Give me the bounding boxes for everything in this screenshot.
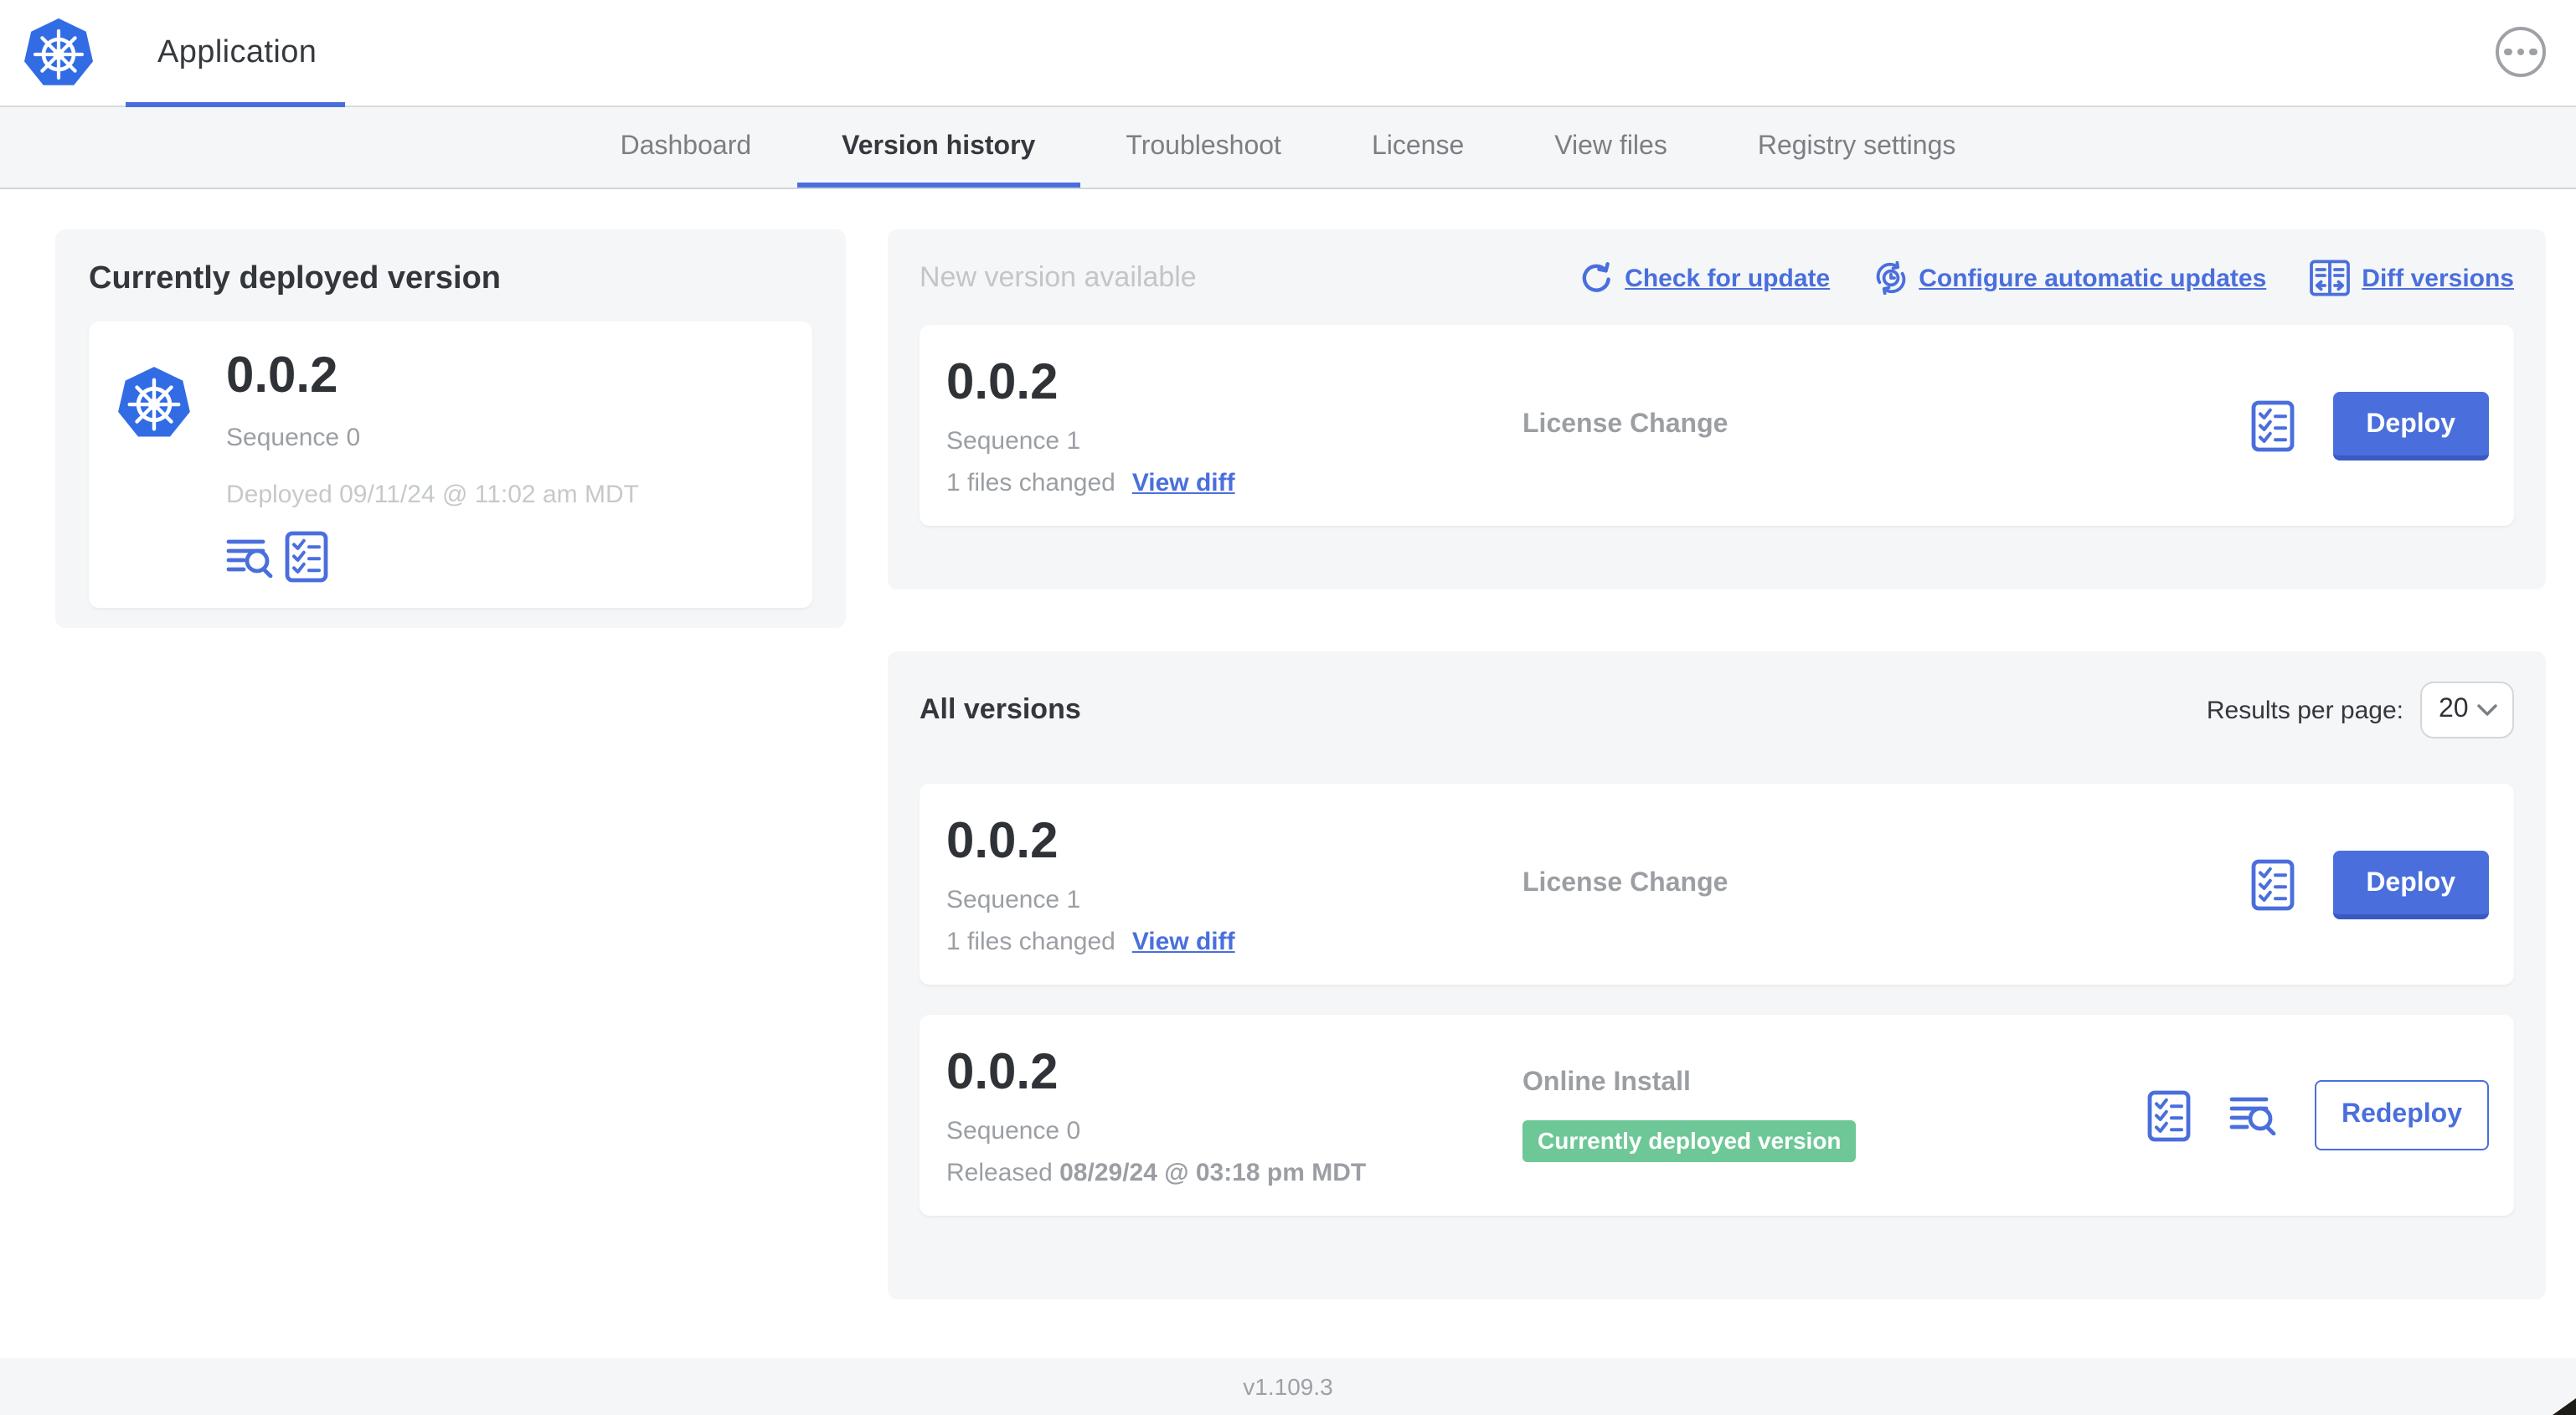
logs-magnifier-icon[interactable] — [2229, 1095, 2276, 1135]
ellipsis-icon — [2504, 48, 2512, 56]
files-changed: 1 files changed — [946, 927, 1115, 955]
diff-icon — [2310, 260, 2351, 296]
app-menu-button[interactable] — [2496, 27, 2546, 77]
top-bar: Application — [0, 0, 2576, 107]
logs-magnifier-icon[interactable] — [226, 537, 273, 577]
redeploy-button[interactable]: Redeploy — [2314, 1080, 2489, 1150]
new-version-panel: New version available Check for update C… — [888, 229, 2546, 589]
diff-versions-link[interactable]: Diff versions — [2310, 260, 2514, 296]
current-version-number: 0.0.2 — [226, 348, 338, 404]
chevron-down-icon — [2477, 704, 2497, 716]
version-type: License Change — [1522, 410, 1728, 439]
app-nav: Dashboard Version history Troubleshoot L… — [0, 107, 2576, 189]
version-number: 0.0.2 — [946, 354, 1059, 409]
view-diff-link[interactable]: View diff — [1132, 927, 1235, 955]
kubernetes-logo-icon — [22, 16, 95, 90]
version-released-timestamp: Released 08/29/24 @ 03:18 pm MDT — [946, 1158, 1367, 1186]
version-sequence: Sequence 1 — [946, 885, 1081, 913]
currently-deployed-heading: Currently deployed version — [89, 261, 502, 296]
app-title: Application — [157, 34, 317, 69]
checklist-icon[interactable] — [2147, 1089, 2191, 1141]
check-for-update-link[interactable]: Check for update — [1579, 261, 1830, 295]
checklist-icon[interactable] — [285, 531, 328, 583]
page: Application Dashboard Version history Tr… — [0, 0, 2576, 1415]
ellipsis-icon — [2517, 48, 2525, 56]
refresh-icon — [1579, 261, 1613, 295]
current-deployed-timestamp: Deployed 09/11/24 @ 11:02 am MDT — [226, 481, 639, 509]
admin-console-version: v1.109.3 — [1243, 1373, 1333, 1400]
all-versions-heading: All versions — [920, 693, 1081, 725]
main-content: Currently deployed version 0.0.2 Sequenc… — [0, 189, 2576, 1358]
checklist-icon[interactable] — [2250, 858, 2294, 910]
current-sequence: Sequence 0 — [226, 424, 361, 452]
kubernetes-logo-icon — [116, 365, 193, 442]
all-versions-panel: All versions Results per page: 20 0.0.2 … — [888, 651, 2546, 1299]
version-row: 0.0.2 Sequence 1 1 files changed View di… — [920, 784, 2514, 985]
app-title-active-underline — [126, 102, 345, 107]
version-number: 0.0.2 — [946, 1044, 1059, 1099]
ellipsis-icon — [2529, 48, 2537, 56]
tab-view-files[interactable]: View files — [1509, 107, 1713, 188]
results-per-page-select[interactable]: 20 — [2420, 682, 2514, 738]
version-type: Online Install — [1522, 1068, 1691, 1097]
deploy-button[interactable]: Deploy — [2332, 391, 2489, 460]
files-changed: 1 files changed — [946, 468, 1115, 497]
currently-deployed-card: 0.0.2 Sequence 0 Deployed 09/11/24 @ 11:… — [89, 322, 812, 608]
version-sequence: Sequence 0 — [946, 1116, 1081, 1145]
tab-registry-settings[interactable]: Registry settings — [1713, 107, 2002, 188]
version-sequence: Sequence 1 — [946, 426, 1081, 455]
currently-deployed-badge: Currently deployed version — [1522, 1120, 1857, 1162]
new-version-heading: New version available — [920, 261, 1197, 293]
clock-refresh-icon — [1875, 261, 1905, 295]
currently-deployed-panel: Currently deployed version 0.0.2 Sequenc… — [55, 229, 846, 628]
tab-dashboard[interactable]: Dashboard — [575, 107, 797, 188]
version-type: License Change — [1522, 869, 1728, 898]
tab-license[interactable]: License — [1327, 107, 1509, 188]
deploy-button[interactable]: Deploy — [2332, 850, 2489, 918]
view-diff-link[interactable]: View diff — [1132, 468, 1235, 497]
new-version-row: 0.0.2 Sequence 1 1 files changed View di… — [920, 325, 2514, 526]
results-per-page-label: Results per page: — [2206, 696, 2403, 724]
version-row: 0.0.2 Sequence 0 Released 08/29/24 @ 03:… — [920, 1015, 2514, 1216]
tab-troubleshoot[interactable]: Troubleshoot — [1080, 107, 1327, 188]
version-number: 0.0.2 — [946, 813, 1059, 868]
tab-version-history[interactable]: Version history — [796, 107, 1080, 188]
configure-automatic-updates-link[interactable]: Configure automatic updates — [1873, 261, 2266, 295]
checklist-icon[interactable] — [2250, 399, 2294, 451]
footer: v1.109.3 — [0, 1358, 2576, 1415]
